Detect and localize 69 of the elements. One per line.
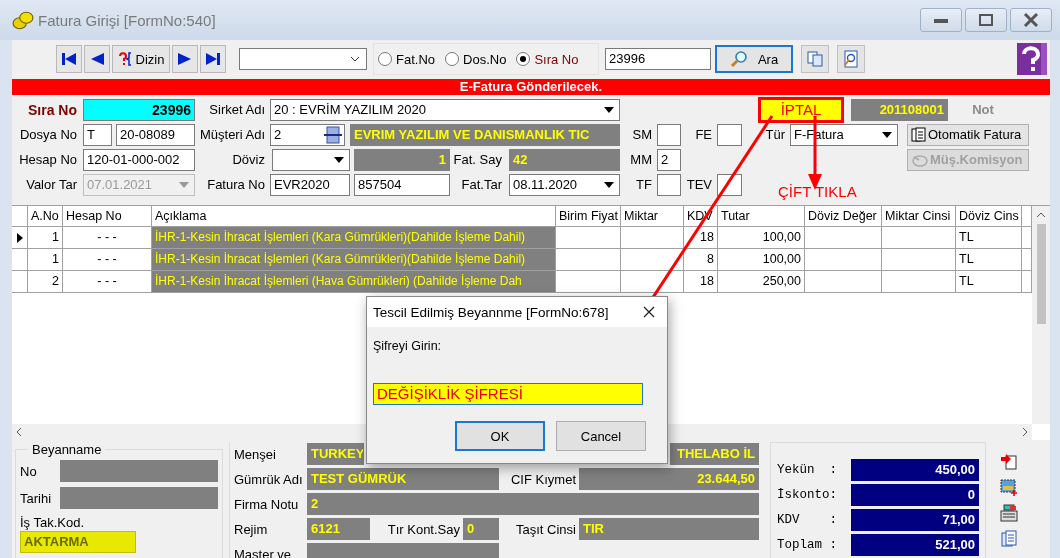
field-label: Firma Notu	[234, 496, 300, 512]
cif-value-field: 23.644,50	[579, 468, 759, 490]
field-label: Fatura No	[206, 177, 266, 192]
field-label: Master ve	[234, 546, 293, 558]
table-cell: 1	[28, 227, 63, 248]
table-cell: 100,00	[718, 227, 805, 248]
field-label: No	[20, 463, 38, 479]
total-value: 0	[851, 483, 979, 506]
total-value: 450,00	[851, 458, 979, 481]
table-cell: 8	[684, 249, 718, 270]
field-label: Fat. Say	[452, 152, 503, 167]
field-label: FE	[694, 127, 713, 142]
table-cell: 2	[28, 271, 63, 292]
consignee-field: THELABO İL	[670, 443, 759, 465]
field-label: Müşteri Adı	[198, 127, 266, 142]
vehicle-type-field: TIR	[579, 518, 759, 540]
table-cell: İHR-1-Kesin İhracat İşlemleri (Kara Gümrükleri)(Dahilde İşleme Dahil)	[152, 249, 556, 270]
note-label: Not	[971, 102, 995, 117]
table-cell: TL	[956, 271, 1022, 292]
table-cell: İHR-1-Kesin İhracat İşlemleri (Hava Gümrükleri) (Dahilde İşleme Dah	[152, 271, 556, 292]
field-label: Fat.Tar	[460, 177, 503, 192]
field-label: Taşıt Cinsi	[515, 521, 577, 537]
regime-field: 6121	[307, 518, 370, 540]
table-cell: 100,00	[718, 249, 805, 270]
field-label: Dosya No	[18, 127, 78, 142]
rate-field: 1	[354, 148, 450, 171]
company-note-field: 2	[307, 493, 759, 515]
total-value: 71,00	[851, 508, 979, 531]
total-label: KDV :	[777, 512, 838, 527]
field-label: Menşei	[234, 446, 277, 462]
field-label: MM	[629, 152, 653, 167]
field-label: Sıra No	[27, 101, 78, 118]
code-field: 201108001	[851, 98, 948, 121]
group-title: Beyanname	[31, 442, 103, 457]
total-label: Yekün :	[777, 462, 838, 477]
total-value: 521,00	[851, 533, 979, 556]
total-label: Toplam :	[777, 537, 838, 552]
field-label: CIF Kıymet	[510, 471, 577, 487]
field-label: Döviz	[231, 152, 266, 167]
table-cell: TL	[956, 249, 1022, 270]
field-label: Rejim	[234, 521, 269, 537]
field-label: Tarihi	[20, 490, 53, 506]
field-label: Sirket Adı	[208, 102, 266, 117]
tracking-code-field: AKTARMA	[20, 531, 136, 553]
field-label: Hesap No	[18, 152, 78, 167]
field-label: TEV	[685, 177, 713, 192]
annotation-text: ÇİFT TIKLA	[778, 183, 857, 200]
dialog-title: Tescil Edilmiş Beyannme [FormNo:678]	[373, 304, 609, 320]
window-title: Fatura Girişi [FormNo:540]	[38, 11, 216, 29]
table-cell: İHR-1-Kesin İhracat İşlemleri (Kara Gümrükleri)(Dahilde İşleme Dahil)	[152, 227, 556, 248]
prompt-text: Şifreyi Girin:	[373, 339, 443, 353]
table-cell: 1	[28, 249, 63, 270]
field-label: TF	[635, 177, 653, 192]
table-cell: 18	[684, 271, 718, 292]
field-label: SM	[631, 127, 653, 142]
container-count-field: 0	[463, 518, 499, 540]
table-cell: 18	[684, 227, 718, 248]
table-cell: 250,00	[718, 271, 805, 292]
customs-field: TEST GÜMRÜK	[307, 468, 499, 490]
field-label: Tır Kont.Say	[386, 521, 461, 537]
field-label: Tür	[764, 127, 786, 142]
table-cell: TL	[956, 227, 1022, 248]
field-label: Valor Tar	[25, 177, 78, 192]
total-label: İskonto:	[777, 487, 838, 502]
invoice-count-field: 42	[509, 148, 620, 171]
customer-name-field: EVRIM YAZILIM VE DANISMANLIK TIC	[350, 123, 620, 146]
field-label: İş Tak.Kod.	[20, 515, 86, 530]
status-banner: E-Fatura Gönderilecek.	[12, 79, 1050, 95]
field-label: Gümrük Adı	[234, 471, 304, 487]
